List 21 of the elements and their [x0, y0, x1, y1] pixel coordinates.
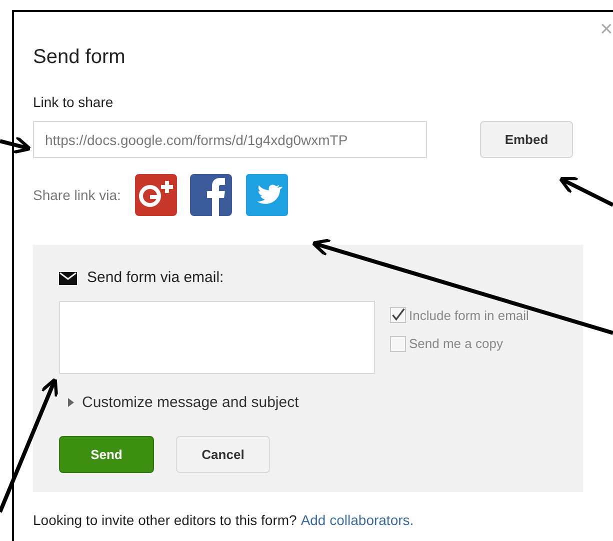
dialog-title: Send form [33, 45, 126, 70]
field-label: Link to share [33, 93, 114, 111]
twitter-icon[interactable] [246, 174, 288, 216]
customize-toggle[interactable]: Customize message and subject [68, 392, 299, 414]
google-plus-icon[interactable] [134, 174, 177, 216]
link-field[interactable]: https://docs.google.com/forms/d/1g4xdg0wxmTP [33, 121, 427, 158]
section-heading: Send form via email: [87, 268, 224, 288]
checkbox[interactable] [390, 307, 406, 324]
footer-text: Looking to invite other editors to this form? [33, 511, 297, 530]
send-button[interactable]: Send [59, 436, 154, 473]
share-label: Share link via: [33, 186, 121, 204]
cancel-button[interactable]: Cancel [176, 436, 270, 473]
caret-icon [68, 398, 74, 408]
embed-button[interactable]: Embed [480, 121, 573, 158]
envelope-icon [59, 272, 77, 285]
email-field[interactable] [59, 300, 375, 374]
checkbox-label: Include form in email [409, 306, 529, 324]
checkbox[interactable] [390, 336, 406, 352]
checkbox-label: Send me a copy [409, 335, 503, 353]
facebook-icon[interactable] [190, 174, 232, 216]
add-collaborators-link[interactable]: Add collaborators. [300, 510, 414, 531]
